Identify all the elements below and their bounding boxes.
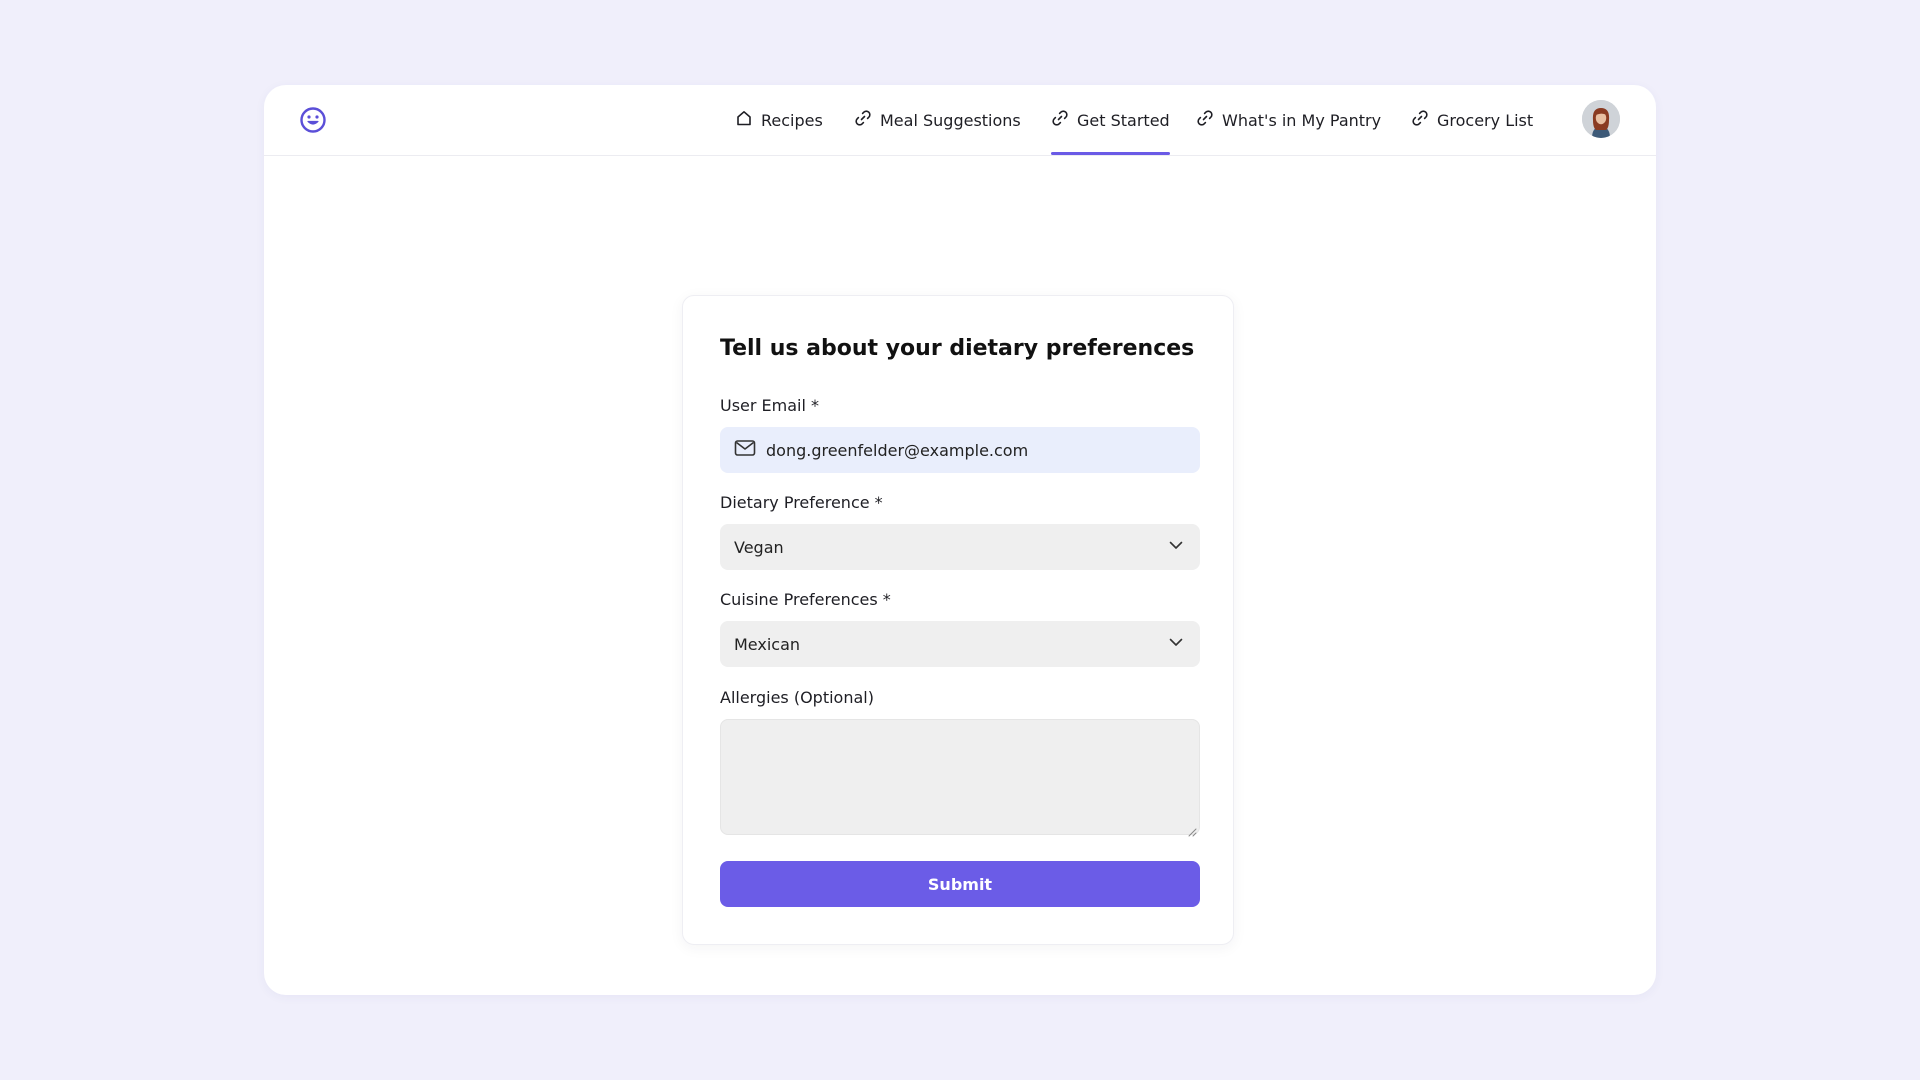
allergies-textarea[interactable] [720,719,1200,837]
nav-link-label: Meal Suggestions [880,110,1021,130]
nav-link-label: What's in My Pantry [1222,110,1382,130]
submit-button[interactable]: Submit [720,861,1200,907]
home-icon [735,109,753,131]
cuisine-preferences-select[interactable]: Mexican [720,621,1200,667]
smiley-face-icon[interactable] [298,105,328,135]
nav-link-grocery-list[interactable]: Grocery List [1411,85,1533,155]
email-label: User Email * [720,396,820,415]
form-title: Tell us about your dietary preferences [720,336,1195,361]
dietary-preferences-form: Tell us about your dietary preferences U… [682,295,1234,945]
chevron-down-icon [1168,634,1184,654]
allergies-label: Allergies (Optional) [720,688,874,707]
app-window: Recipes Meal Suggestions Get Started Wha… [264,85,1656,995]
dietary-preference-label: Dietary Preference * [720,493,883,512]
link-icon [1051,109,1069,131]
cuisine-preferences-value: Mexican [734,634,801,654]
nav-link-whats-in-my-pantry[interactable]: What's in My Pantry [1196,85,1381,155]
nav-link-label: Recipes [761,110,823,130]
nav-link-recipes[interactable]: Recipes [735,85,823,155]
nav-link-meal-suggestions[interactable]: Meal Suggestions [854,85,1021,155]
email-input[interactable] [766,440,1186,460]
resize-handle-icon[interactable] [1187,822,1197,837]
top-navbar: Recipes Meal Suggestions Get Started Wha… [264,85,1656,156]
nav-link-get-started[interactable]: Get Started [1051,85,1170,155]
link-icon [854,109,872,131]
link-icon [1196,109,1214,131]
nav-link-label: Grocery List [1437,110,1534,130]
email-field[interactable] [720,427,1200,473]
link-icon [1411,109,1429,131]
mail-icon [734,439,756,461]
dietary-preference-value: Vegan [734,537,784,557]
cuisine-preferences-label: Cuisine Preferences * [720,590,891,609]
nav-link-label: Get Started [1077,110,1170,130]
chevron-down-icon [1168,537,1184,557]
user-avatar[interactable] [1582,100,1620,138]
dietary-preference-select[interactable]: Vegan [720,524,1200,570]
